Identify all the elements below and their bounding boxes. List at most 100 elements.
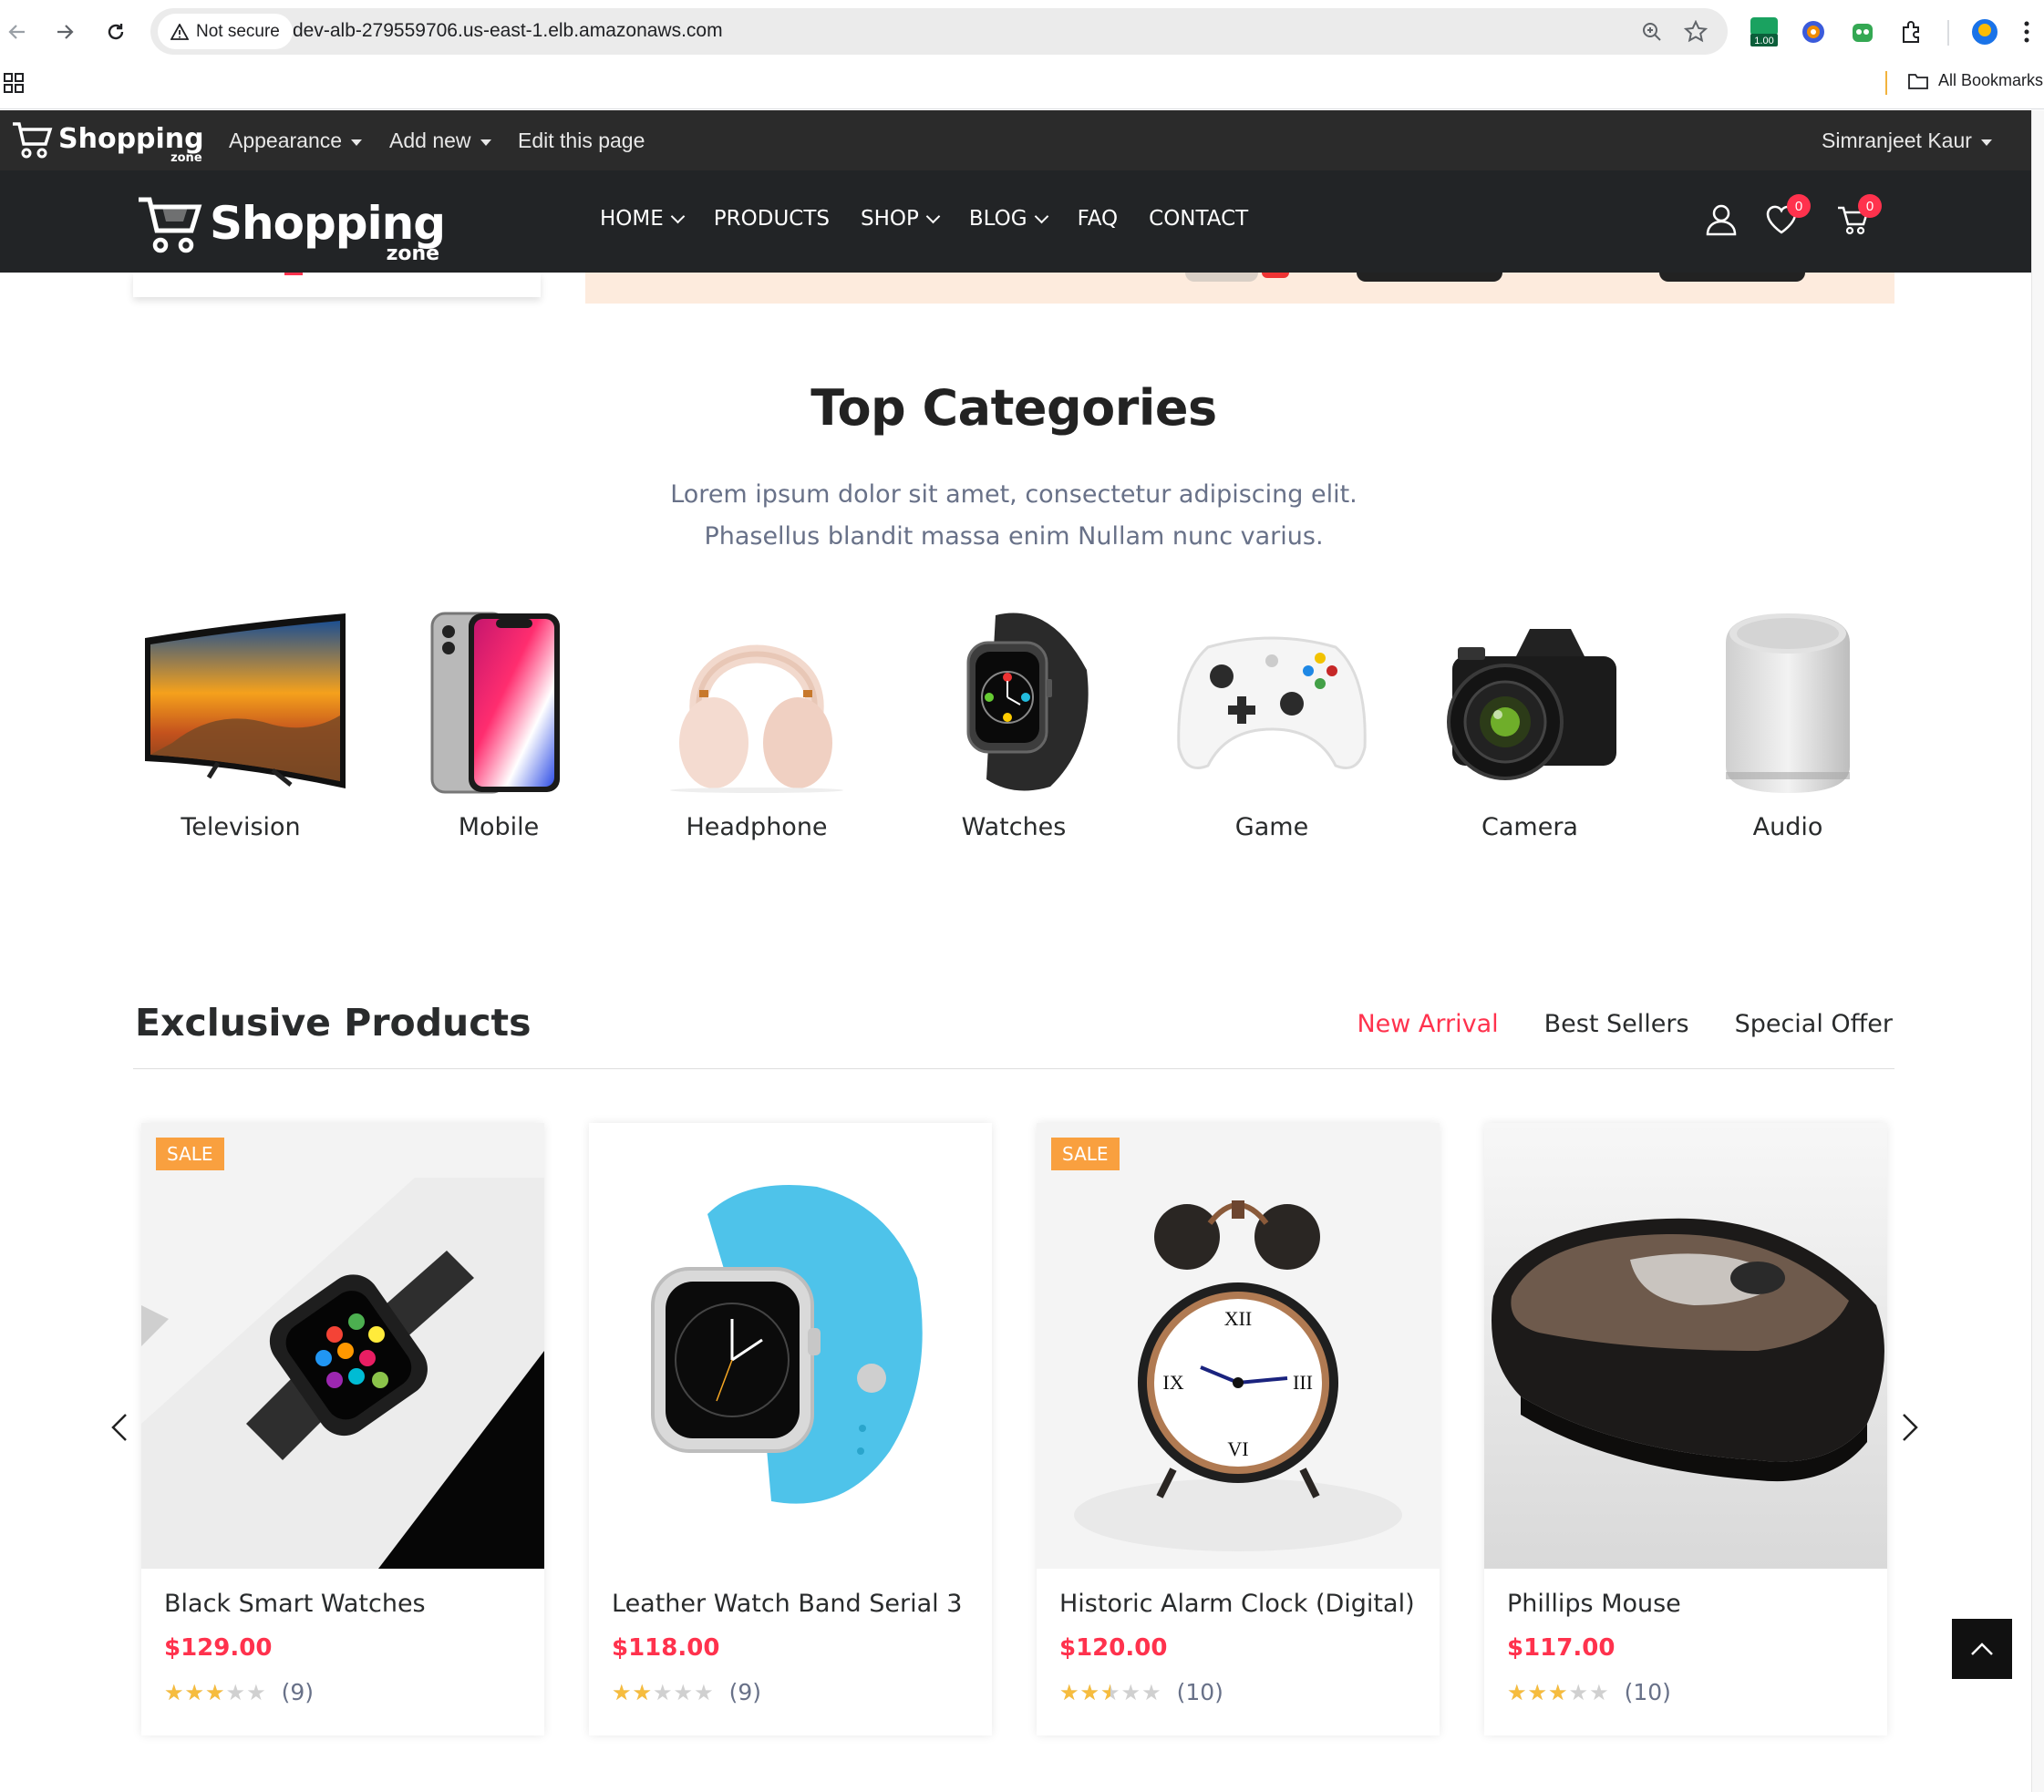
extension-counter-icon[interactable]: 1.00 bbox=[1747, 15, 1781, 49]
browser-menu-icon[interactable] bbox=[2017, 15, 2037, 49]
wishlist-heart-icon[interactable]: 0 bbox=[1761, 194, 1811, 240]
site-header: Shopping zone HOME PRODUCTS SHOP BLOG FAQ… bbox=[0, 170, 2044, 273]
edit-page-link[interactable]: Edit this page bbox=[518, 129, 645, 153]
rating-stars-fill: ★★★★★ bbox=[1507, 1681, 1569, 1704]
forward-arrow-icon[interactable] bbox=[49, 16, 80, 47]
camera-image bbox=[1420, 602, 1639, 802]
add-new-menu[interactable]: Add new bbox=[389, 129, 491, 153]
caret-down-icon bbox=[351, 139, 363, 146]
carousel-next-icon[interactable] bbox=[1896, 1409, 1924, 1446]
banner-decoration bbox=[1659, 273, 1805, 282]
chevron-down-icon bbox=[1034, 209, 1048, 223]
product-price: $117.00 bbox=[1507, 1634, 1616, 1662]
reload-icon[interactable] bbox=[100, 16, 131, 47]
not-secure-chip[interactable]: Not secure bbox=[158, 14, 293, 49]
rating-stars-fill: ★★★★★ bbox=[1059, 1681, 1110, 1704]
product-card[interactable]: Phillips Mouse $117.00 ★★★★★★★★★★ (10) bbox=[1484, 1123, 1887, 1735]
nav-shop[interactable]: SHOP bbox=[861, 207, 941, 231]
hero-banner[interactable] bbox=[585, 273, 1894, 304]
extension-target-icon[interactable] bbox=[1796, 15, 1831, 49]
all-bookmarks-button[interactable]: All Bookmarks bbox=[1907, 71, 2043, 90]
review-count: (9) bbox=[728, 1679, 761, 1705]
watch-image bbox=[904, 602, 1123, 802]
rating-stars: ★★★★★★★★★★ bbox=[612, 1679, 715, 1705]
address-bar[interactable]: Not secure dev-alb-279559706.us-east-1.e… bbox=[150, 8, 1728, 55]
review-count: (9) bbox=[281, 1679, 314, 1705]
top-categories-description: Lorem ipsum dolor sit amet, consectetur … bbox=[670, 480, 1358, 551]
product-name[interactable]: Historic Alarm Clock (Digital) bbox=[1059, 1590, 1415, 1618]
site-logo[interactable]: Shopping zone bbox=[135, 187, 446, 264]
bookmarks-separator bbox=[1885, 71, 1887, 95]
svg-text:XII: XII bbox=[1224, 1307, 1253, 1330]
category-label: Watches bbox=[961, 813, 1067, 841]
apps-grid-icon[interactable] bbox=[4, 73, 24, 97]
extension-robot-icon[interactable] bbox=[1845, 15, 1880, 49]
svg-text:1.00: 1.00 bbox=[1754, 36, 1773, 46]
rating-stars: ★★★★★★★★★★ bbox=[164, 1679, 267, 1705]
category-camera[interactable]: Camera bbox=[1420, 602, 1639, 841]
headphone-image bbox=[647, 602, 866, 802]
alarm-clock-image[interactable]: XII VI IX III bbox=[1037, 1123, 1440, 1569]
category-television[interactable]: Television bbox=[131, 602, 350, 841]
tab-special-offer[interactable]: Special Offer bbox=[1735, 1010, 1893, 1038]
nav-home[interactable]: HOME bbox=[600, 207, 686, 231]
categories-dropdown-card[interactable] bbox=[133, 273, 541, 297]
wishlist-count-badge: 0 bbox=[1787, 194, 1811, 218]
cart-icon[interactable]: 0 bbox=[1832, 194, 1882, 240]
user-account-icon[interactable] bbox=[1701, 200, 1741, 240]
url-text[interactable]: dev-alb-279559706.us-east-1.elb.amazonaw… bbox=[293, 20, 723, 42]
back-arrow-icon[interactable] bbox=[2, 16, 33, 47]
product-card[interactable]: SALE Black Smart Watches $129.00 ★★★★★ ★★… bbox=[141, 1123, 544, 1735]
category-mobile[interactable]: Mobile bbox=[389, 602, 608, 841]
review-count: (10) bbox=[1624, 1679, 1671, 1705]
warning-icon bbox=[170, 23, 189, 40]
admin-site-logo[interactable]: Shopping zone bbox=[11, 117, 204, 164]
caret-down-icon bbox=[480, 139, 491, 146]
leather-watch-band-image[interactable] bbox=[589, 1123, 992, 1569]
carousel-prev-icon[interactable] bbox=[106, 1409, 133, 1446]
nav-blog[interactable]: BLOG bbox=[969, 207, 1048, 231]
category-game[interactable]: Game bbox=[1162, 602, 1381, 841]
svg-text:III: III bbox=[1293, 1371, 1313, 1394]
computer-mouse-image[interactable] bbox=[1484, 1123, 1887, 1569]
banner-decoration bbox=[1262, 273, 1289, 278]
tab-best-sellers[interactable]: Best Sellers bbox=[1544, 1010, 1689, 1038]
tab-new-arrival[interactable]: New Arrival bbox=[1357, 1010, 1498, 1038]
product-rating: ★★★★★★★★★★ (9) bbox=[164, 1679, 314, 1705]
game-controller-image bbox=[1162, 602, 1381, 802]
scroll-to-top-button[interactable] bbox=[1952, 1619, 2012, 1679]
product-card[interactable]: Leather Watch Band Serial 3 $118.00 ★★★★… bbox=[589, 1123, 992, 1735]
category-watches[interactable]: Watches bbox=[904, 602, 1123, 841]
category-headphone[interactable]: Headphone bbox=[647, 602, 866, 841]
product-card[interactable]: XII VI IX III SALE Historic Alarm Clock … bbox=[1037, 1123, 1440, 1735]
product-name[interactable]: Leather Watch Band Serial 3 bbox=[612, 1590, 962, 1618]
extensions-puzzle-icon[interactable] bbox=[1894, 15, 1929, 49]
shopping-cart-logo-icon bbox=[13, 122, 53, 159]
security-label: Not secure bbox=[196, 21, 280, 41]
user-name: Simranjeet Kaur bbox=[1822, 129, 1972, 152]
nav-contact[interactable]: CONTACT bbox=[1149, 207, 1248, 231]
zoom-icon[interactable] bbox=[1638, 18, 1666, 46]
product-name[interactable]: Black Smart Watches bbox=[164, 1590, 426, 1618]
appearance-menu[interactable]: Appearance bbox=[229, 129, 363, 153]
sale-badge: SALE bbox=[1051, 1138, 1120, 1170]
black-smart-watch-image[interactable] bbox=[141, 1123, 544, 1569]
profile-avatar-icon[interactable] bbox=[1967, 15, 2002, 49]
folder-icon bbox=[1908, 73, 1928, 89]
category-audio[interactable]: Audio bbox=[1678, 602, 1897, 841]
category-label: Television bbox=[181, 813, 301, 841]
product-name[interactable]: Phillips Mouse bbox=[1507, 1590, 1681, 1618]
rating-stars-fill: ★★★★★ bbox=[164, 1681, 226, 1704]
nav-products[interactable]: PRODUCTS bbox=[714, 207, 830, 231]
cart-count-badge: 0 bbox=[1858, 194, 1882, 218]
product-price: $129.00 bbox=[164, 1634, 273, 1662]
product-rating: ★★★★★★★★★★ (10) bbox=[1507, 1679, 1671, 1705]
category-label: Audio bbox=[1752, 813, 1823, 841]
page-scrollbar[interactable] bbox=[2031, 110, 2044, 1792]
user-account-menu[interactable]: Simranjeet Kaur bbox=[1822, 129, 1992, 153]
add-new-label: Add new bbox=[389, 129, 471, 152]
bookmarks-bar: All Bookmarks bbox=[0, 64, 2044, 109]
nav-faq[interactable]: FAQ bbox=[1078, 207, 1119, 231]
bookmark-star-icon[interactable] bbox=[1682, 18, 1709, 46]
category-label: Mobile bbox=[458, 813, 540, 841]
